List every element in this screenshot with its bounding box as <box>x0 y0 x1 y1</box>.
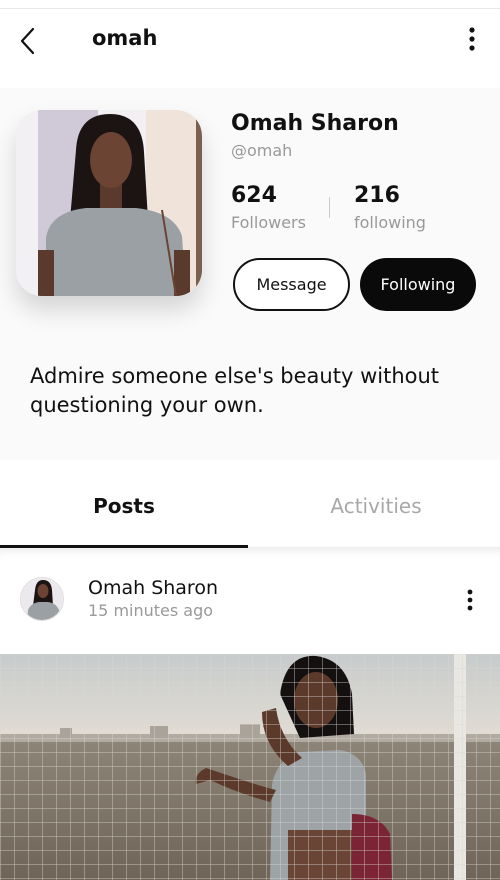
page-title: omah <box>92 26 158 50</box>
following-button[interactable]: Following <box>360 258 476 311</box>
profile-bio: Admire someone else's beauty without que… <box>30 364 440 417</box>
more-vertical-icon[interactable] <box>460 588 480 612</box>
more-vertical-icon[interactable] <box>462 26 482 52</box>
message-button[interactable]: Message <box>233 258 350 311</box>
avatar[interactable] <box>20 577 64 621</box>
app-header <box>0 9 500 87</box>
profile-photo <box>16 110 202 296</box>
tab-posts[interactable]: Posts <box>0 494 248 518</box>
followers-label[interactable]: Followers <box>231 213 306 232</box>
following-label[interactable]: following <box>354 213 426 232</box>
post-photo[interactable] <box>0 654 500 880</box>
profile-name: Omah Sharon <box>231 111 399 136</box>
followers-count[interactable]: 624 <box>231 183 277 208</box>
stats-divider <box>329 197 330 218</box>
post-author[interactable]: Omah Sharon <box>88 577 218 599</box>
chevron-left-icon[interactable] <box>18 26 40 56</box>
tab-activities[interactable]: Activities <box>252 494 500 518</box>
following-count[interactable]: 216 <box>354 183 400 208</box>
post-timestamp: 15 minutes ago <box>88 601 214 620</box>
profile-handle: @omah <box>231 141 293 160</box>
